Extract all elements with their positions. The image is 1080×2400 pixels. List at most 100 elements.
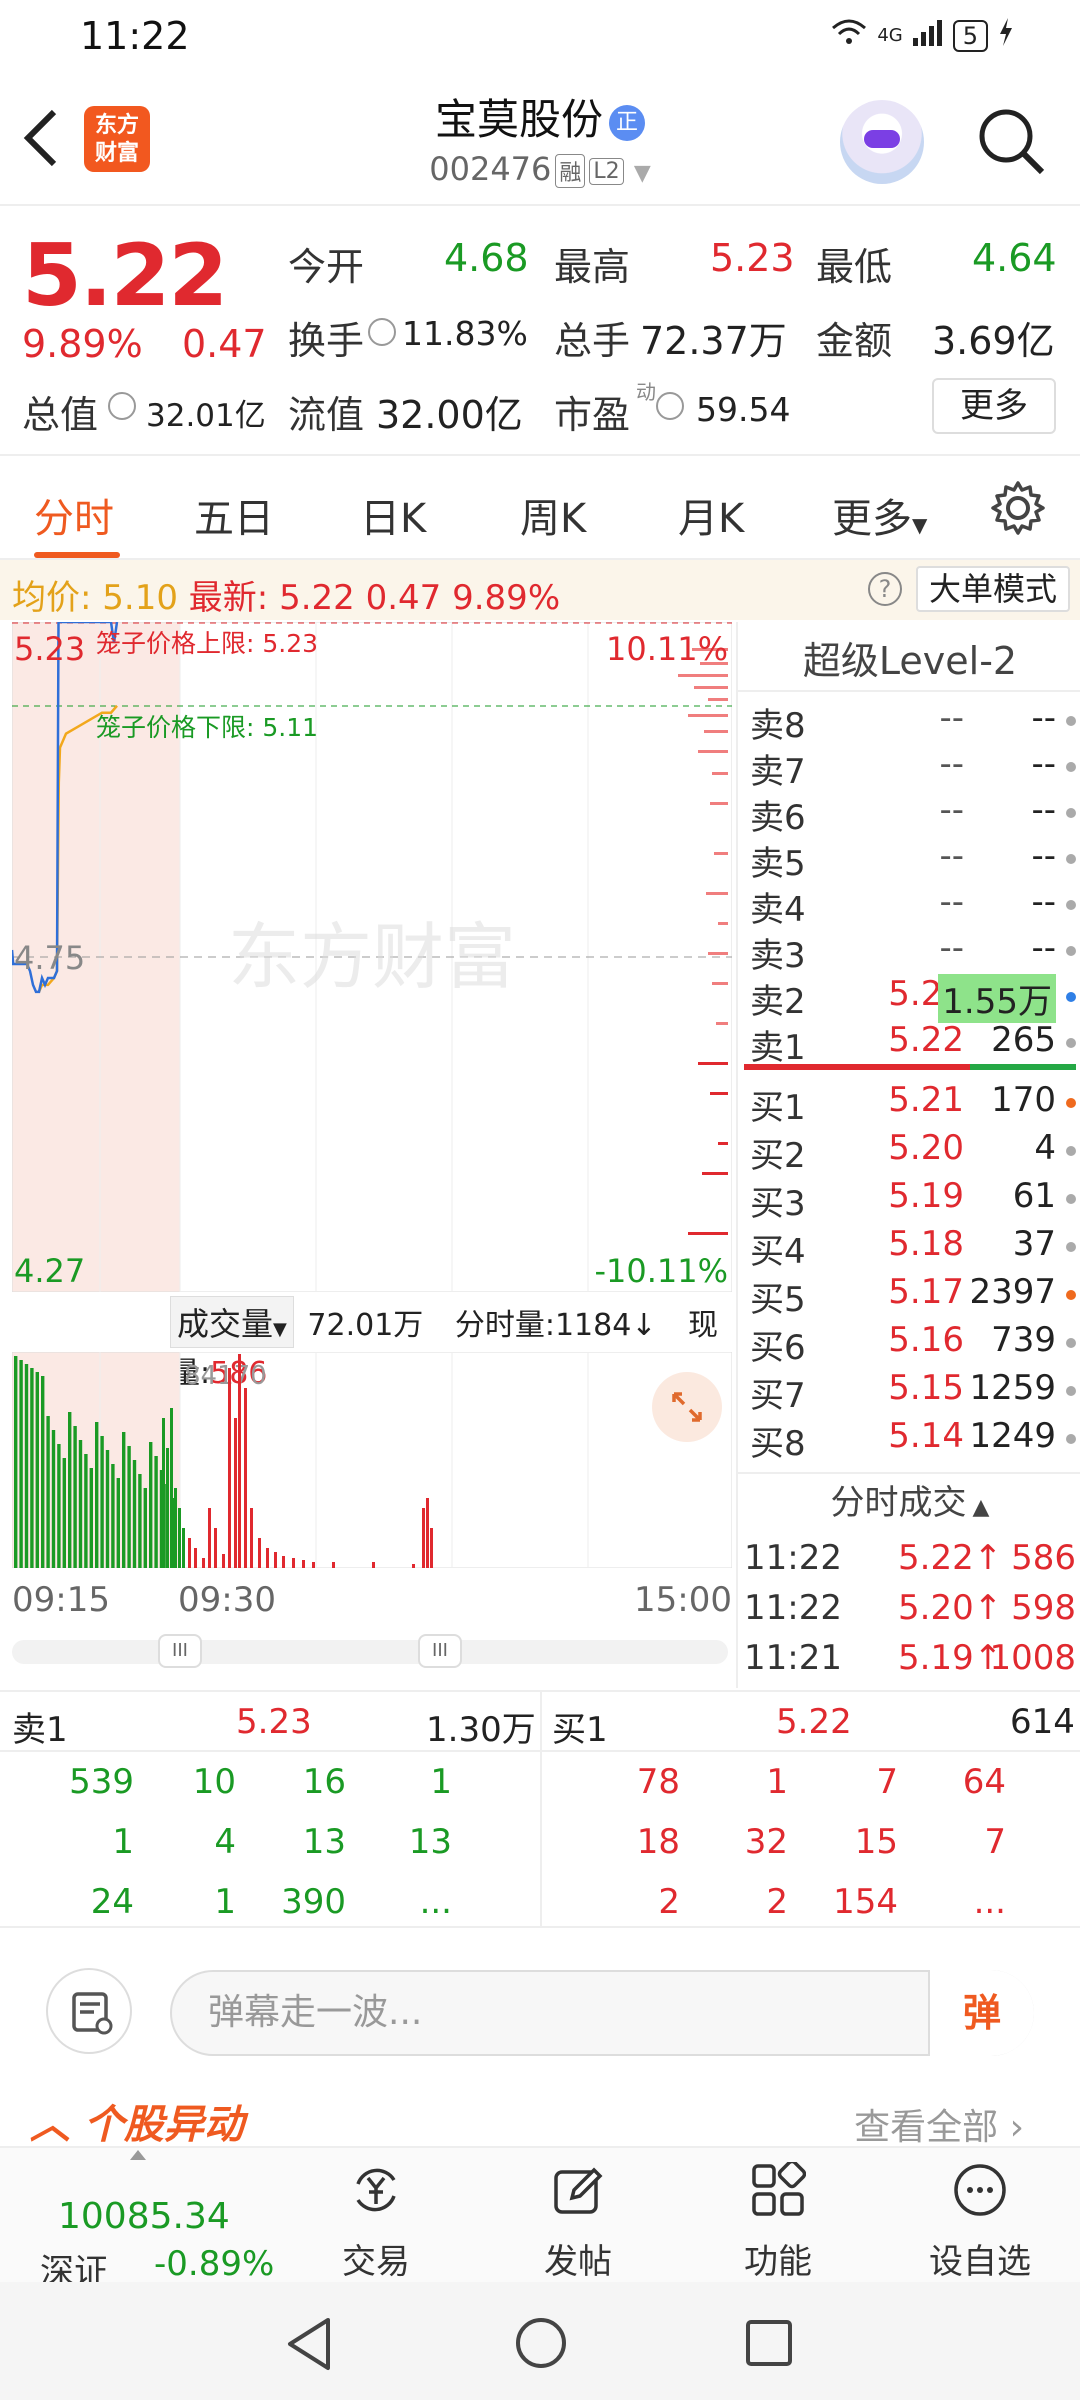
queue-ask-label: 卖1	[12, 1710, 68, 1750]
index-percent: -0.89%	[154, 2244, 275, 2284]
dropdown-icon[interactable]: ▼	[634, 161, 651, 186]
ask-dot	[1066, 1038, 1076, 1048]
bid-dot	[1066, 1242, 1076, 1252]
bid-row[interactable]: 买4 5.18 37	[744, 1224, 1076, 1272]
volume-chart[interactable]: 84170	[11, 1351, 733, 1569]
avg-value: 5.10	[102, 578, 178, 618]
intraday-chart-svg: 东方财富 5.23 4.75 4.27 10.11% -10.11% 笼子价格上限: 5.2…	[10, 620, 733, 1293]
ask-price: --	[939, 882, 964, 922]
big-order-mode-button[interactable]: 大单模式	[916, 566, 1070, 612]
stock-anomaly-section: ︿ 个股异动 查看全部 ›	[0, 2076, 1080, 2148]
depth-bar	[694, 686, 728, 689]
ask-row[interactable]: 卖6 -- --	[744, 790, 1076, 838]
ask-price: --	[939, 790, 964, 830]
volume-selector[interactable]: 成交量▼	[170, 1296, 294, 1348]
volume-value: 72.37万	[640, 319, 787, 363]
intraday-chart[interactable]: 东方财富 5.23 4.75 4.27 10.11% -10.11% 笼子价格上限: 5.2…	[10, 620, 733, 1293]
info-icon[interactable]	[656, 392, 684, 420]
latest-price: 5.22	[279, 578, 355, 618]
volume-bar	[422, 1508, 425, 1568]
view-all-link[interactable]: 查看全部 ›	[854, 2098, 1024, 2150]
ask-row[interactable]: 卖4 -- --	[744, 882, 1076, 930]
time-range-slider[interactable]: III III	[12, 1634, 728, 1668]
tab-five-day[interactable]: 五日	[194, 486, 274, 544]
queue-ask-cell: 4	[214, 1822, 236, 1862]
info-icon[interactable]	[108, 392, 136, 420]
info-icon[interactable]	[368, 318, 396, 346]
bid-row[interactable]: 买8 5.14 1249	[744, 1416, 1076, 1464]
queue-ask-cell: 1	[112, 1822, 134, 1862]
grid-icon	[750, 2159, 807, 2218]
trade-header[interactable]: 分时成交 ▲	[738, 1472, 1080, 1530]
ask-row[interactable]: 卖3 -- --	[744, 928, 1076, 976]
level-tag: L2	[589, 157, 624, 185]
recents-square-icon[interactable]	[744, 2318, 794, 2372]
home-circle-icon[interactable]	[514, 2316, 568, 2374]
volume-bar	[282, 1556, 285, 1568]
bid-row[interactable]: 买1 5.21 170	[744, 1080, 1076, 1128]
volume-bar	[274, 1552, 277, 1568]
trade-row: 11:22 5.20↑ 598	[744, 1588, 1076, 1636]
slider-handle-right[interactable]: III	[418, 1634, 462, 1668]
ask-level: 卖7	[750, 752, 806, 792]
nav-functions-label: 功能	[744, 2242, 812, 2282]
nav-functions[interactable]: 功能	[718, 2159, 838, 2283]
buy-sell-ratio-bar	[744, 1064, 1076, 1070]
nav-trade[interactable]: 交易	[316, 2162, 436, 2283]
expand-icon[interactable]	[652, 1372, 722, 1442]
trade-volume: 598	[1011, 1588, 1076, 1628]
bid-price: 5.14	[888, 1416, 964, 1456]
bid-price: 5.16	[888, 1320, 964, 1360]
bid-row[interactable]: 买2 5.20 4	[744, 1128, 1076, 1176]
volume-bar	[234, 1418, 237, 1568]
danmaku-settings-icon[interactable]	[46, 1968, 132, 2054]
trade-price: 5.20↑	[898, 1588, 1003, 1628]
ask-row[interactable]: 卖8 -- --	[744, 698, 1076, 746]
tab-weekly-k[interactable]: 周K	[520, 486, 586, 544]
gear-icon[interactable]	[990, 480, 1046, 536]
bid-row[interactable]: 买7 5.15 1259	[744, 1368, 1076, 1416]
expand-arrow-icon[interactable]	[130, 2150, 146, 2160]
bid-volume: 4	[1034, 1128, 1056, 1168]
volume-bar	[194, 1548, 197, 1568]
queue-bid-cell: 18	[636, 1822, 680, 1862]
volume-bar	[73, 1426, 77, 1568]
depth-bar	[688, 1232, 728, 1235]
nav-post[interactable]: 发帖	[518, 2162, 638, 2283]
queue-bid-cell: 7	[984, 1822, 1006, 1862]
tab-intraday[interactable]: 分时	[34, 486, 114, 544]
help-icon[interactable]: ?	[868, 572, 902, 606]
volume-chart-svg: 84170	[11, 1351, 733, 1569]
danmaku-send-button[interactable]: 弹	[928, 1970, 1034, 2056]
anomaly-title-label: 个股异动	[83, 2102, 244, 2148]
trade-price: 5.22↑	[898, 1538, 1003, 1578]
danmaku-input[interactable]: 弹幕走一波...	[170, 1970, 1034, 2056]
watermark: 东方财富	[228, 918, 516, 998]
volume-bar	[426, 1498, 429, 1568]
ask-volume: --	[1031, 882, 1056, 922]
volume-bar	[250, 1508, 253, 1568]
nav-add-watchlist[interactable]: 设自选	[920, 2162, 1040, 2283]
tab-more[interactable]: 更多▼	[832, 486, 927, 544]
more-button[interactable]: 更多	[932, 378, 1056, 434]
bid-row[interactable]: 买3 5.19 61	[744, 1176, 1076, 1224]
ask-row[interactable]: 卖2 5.23 1.55万	[744, 974, 1076, 1023]
bottom-nav: 10085.34 深证 -0.89% 交易 发帖 功能 设自选	[0, 2146, 1080, 2292]
back-triangle-icon[interactable]	[284, 2316, 334, 2376]
level2-title[interactable]: 超级Level-2	[738, 630, 1080, 685]
tab-monthly-k[interactable]: 月K	[678, 486, 744, 544]
bid-row[interactable]: 买6 5.16 739	[744, 1320, 1076, 1368]
ask-row[interactable]: 卖7 -- --	[744, 744, 1076, 792]
robot-avatar[interactable]	[840, 100, 924, 184]
search-icon[interactable]	[976, 106, 1046, 176]
ask-row[interactable]: 卖1 5.22 265	[744, 1020, 1076, 1068]
ask-row[interactable]: 卖5 -- --	[744, 836, 1076, 884]
slider-handle-left[interactable]: III	[158, 1634, 202, 1668]
index-value[interactable]: 10085.34	[58, 2196, 230, 2237]
anomaly-title[interactable]: ︿ 个股异动	[30, 2092, 244, 2150]
tab-daily-k[interactable]: 日K	[360, 486, 426, 544]
ask-price: 5.22	[888, 1020, 964, 1060]
depth-bar	[718, 1142, 728, 1145]
bid-row[interactable]: 买5 5.17 2397	[744, 1272, 1076, 1320]
ask-level: 卖5	[750, 844, 806, 884]
